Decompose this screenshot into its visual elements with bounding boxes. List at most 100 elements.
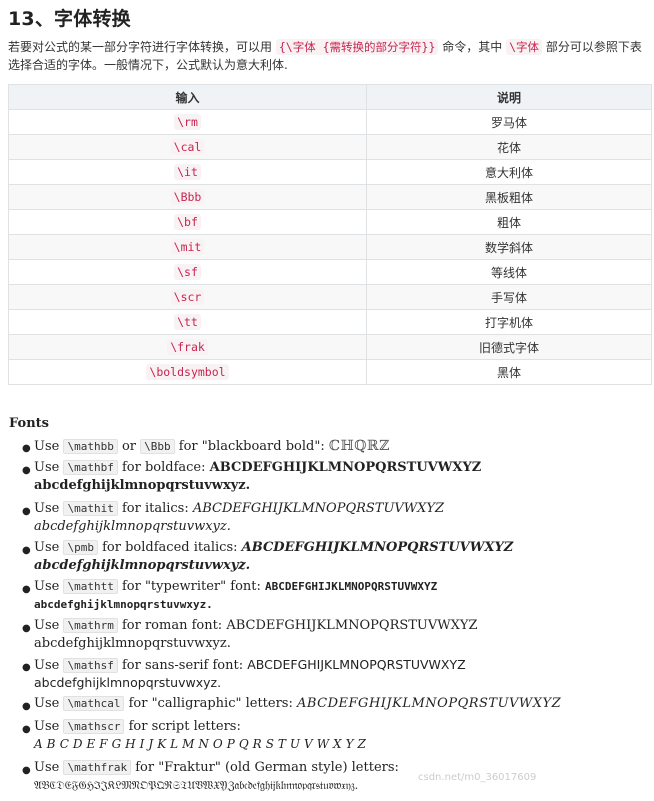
table-cell-input: \rm	[8, 109, 367, 135]
font-sample: ℂℍℚℝℤ	[328, 438, 390, 454]
table-cell-input: \it	[8, 159, 367, 185]
latex-command-code: \mathrm	[63, 618, 118, 633]
item-text: Use	[34, 540, 60, 555]
table-cell-description: 旧德式字体	[366, 334, 652, 360]
font-sample: 𝔄𝔅ℭ𝔇𝔈𝔉𝔊ℌℑ𝔍𝔎𝔏𝔐𝔑𝔒𝔓𝔔ℜ𝔖𝔗𝔘𝔙𝔚𝔛𝔜ℨ𝔞𝔟𝔠𝔡𝔢𝔣𝔤𝔥𝔦𝔧𝔨𝔩𝔪𝔫…	[34, 778, 359, 792]
table-cell-description: 黑板粗体	[366, 184, 652, 210]
font-item-line: Use \mathbf for boldface: ABCDEFGHIJKLMN…	[34, 460, 481, 475]
table-row: \frak 旧德式字体	[8, 334, 652, 360]
latex-command-code: \pmb	[63, 540, 98, 555]
font-sample: abcdefghijklmnopqrstuvwxyz.	[34, 636, 231, 651]
font-sample: ABCDEFGHIJKLMNOPQRSTUVWXYZ	[34, 737, 370, 751]
table-cell-input: \sf	[8, 259, 367, 285]
font-item-line: abcdefghijklmnopqrstuvwxyz.	[34, 519, 231, 534]
item-text: or	[121, 439, 137, 454]
item-text: Use	[34, 719, 60, 734]
latex-command-code: \mathbf	[63, 460, 118, 475]
intro-text-2: 命令，其中	[442, 40, 503, 54]
font-command-code: \bf	[174, 214, 201, 230]
latex-command-code: \mathtt	[63, 579, 118, 594]
table-cell-input: \Bbb	[8, 184, 367, 210]
item-text: for boldface:	[121, 460, 206, 475]
item-text: Use	[34, 460, 60, 475]
item-text: for italics:	[121, 501, 189, 516]
latex-command-code: \mathit	[63, 501, 118, 516]
bullet-icon: ●	[22, 545, 31, 556]
section-heading: 13、字体转换	[8, 8, 131, 30]
intro-text-4: 选择合适的字体。一般情况下，公式默认为意大利体.	[8, 58, 288, 72]
item-text: Use	[34, 658, 60, 673]
font-item-line: Use \mathbb or \Bbb for "blackboard bold…	[34, 438, 390, 454]
latex-command-code: \mathscr	[63, 719, 125, 734]
font-command-code: \frak	[167, 339, 208, 355]
font-sample: ABCDEFGHIJKLMNOPQRSTUVWXYZ	[209, 460, 482, 475]
table-row: \bf 粗体	[8, 209, 652, 235]
font-command-code: \boldsymbol	[146, 364, 229, 380]
font-item-line: Use \mathit for italics: ABCDEFGHIJKLMNO…	[34, 501, 444, 516]
bullet-icon: ●	[22, 584, 31, 595]
fonts-title: Fonts	[9, 416, 49, 431]
table-row: \tt 打字机体	[8, 309, 652, 335]
font-item-line: abcdefghijklmnopqrstuvwxyz.	[34, 478, 250, 493]
table-row: \sf 等线体	[8, 259, 652, 285]
item-text: for boldfaced italics:	[102, 540, 238, 555]
table-cell-description: 等线体	[366, 259, 652, 285]
font-sample: ABCDEFGHIJKLMNOPQRSTUVWXYZ	[226, 618, 478, 633]
font-command-code: \mit	[170, 239, 205, 255]
item-text: for "blackboard bold":	[178, 439, 325, 454]
font-sample: abcdefghijklmnopqrstuvwxyz.	[34, 558, 251, 573]
font-item-line: ABCDEFGHIJKLMNOPQRSTUVWXYZ	[34, 737, 370, 752]
bullet-icon: ●	[22, 701, 31, 712]
latex-command-code: \mathfrak	[63, 760, 132, 775]
table-cell-description: 黑体	[366, 359, 652, 385]
table-row: \Bbb 黑板粗体	[8, 184, 652, 210]
latex-command-code: \mathsf	[63, 658, 118, 673]
intro-code-font: \字体	[506, 39, 542, 55]
font-item-line: abcdefghijklmnopqrstuvwxyz.	[34, 636, 231, 651]
font-sample: abcdefghijklmnopqrstuvwxyz.	[34, 675, 222, 690]
latex-command-code: \mathcal	[63, 696, 125, 711]
item-text: for "typewriter" font:	[121, 579, 261, 594]
font-item-line: Use \mathsf for sans-serif font: ABCDEFG…	[34, 657, 466, 673]
intro-code-font-command: {\字体 {需转换的部分字符}}	[275, 39, 439, 55]
table-row: \cal 花体	[8, 134, 652, 160]
table-cell-description: 意大利体	[366, 159, 652, 185]
table-row: \mit 数学斜体	[8, 234, 652, 260]
table-cell-input: \boldsymbol	[8, 359, 367, 385]
bullet-icon: ●	[22, 443, 31, 454]
table-cell-input: \cal	[8, 134, 367, 160]
item-text: Use	[34, 696, 60, 711]
font-command-code: \tt	[174, 314, 201, 330]
bullet-icon: ●	[22, 506, 31, 517]
table-cell-description: 花体	[366, 134, 652, 160]
latex-command-code: \Bbb	[140, 439, 175, 454]
font-sample: abcdefghijklmnopqrstuvwxyz.	[34, 598, 213, 611]
font-command-code: \scr	[170, 289, 205, 305]
table-row: \it 意大利体	[8, 159, 652, 185]
table-row: \scr 手写体	[8, 284, 652, 310]
font-command-code: \rm	[174, 114, 201, 130]
item-text: for "calligraphic" letters:	[128, 696, 293, 711]
bullet-icon: ●	[22, 662, 31, 673]
item-text: Use	[34, 579, 60, 594]
font-item-line: Use \mathtt for "typewriter" font: ABCDE…	[34, 579, 437, 594]
font-sample: ABCDEFGHIJKLMNOPQRSTUVWXYZ	[297, 696, 562, 711]
intro-text-3: 部分可以参照下表	[545, 40, 642, 54]
font-item-line: abcdefghijklmnopqrstuvwxyz.	[34, 597, 213, 612]
intro-text-1: 若要对公式的某一部分字符进行字体转换，可以用	[8, 40, 273, 54]
font-table-header: 输入 说明	[8, 84, 652, 110]
font-item-line: abcdefghijklmnopqrstuvwxyz.	[34, 675, 221, 691]
table-row: \boldsymbol 黑体	[8, 359, 652, 385]
font-item-line: Use \pmb for boldfaced italics: ABCDEFGH…	[34, 540, 513, 555]
bullet-icon: ●	[22, 724, 31, 735]
latex-command-code: \mathbb	[63, 439, 118, 454]
item-text: for "Fraktur" (old German style) letters…	[135, 760, 399, 775]
table-cell-description: 罗马体	[366, 109, 652, 135]
item-text: for roman font:	[121, 618, 223, 633]
font-sample: ABCDEFGHIJKLMNOPQRSTUVWXYZ	[241, 540, 514, 555]
item-text: for sans-serif font:	[121, 658, 244, 673]
font-item-line: abcdefghijklmnopqrstuvwxyz.	[34, 558, 250, 573]
font-command-code: \it	[174, 164, 201, 180]
table-cell-description: 打字机体	[366, 309, 652, 335]
table-cell-input: \frak	[8, 334, 367, 360]
